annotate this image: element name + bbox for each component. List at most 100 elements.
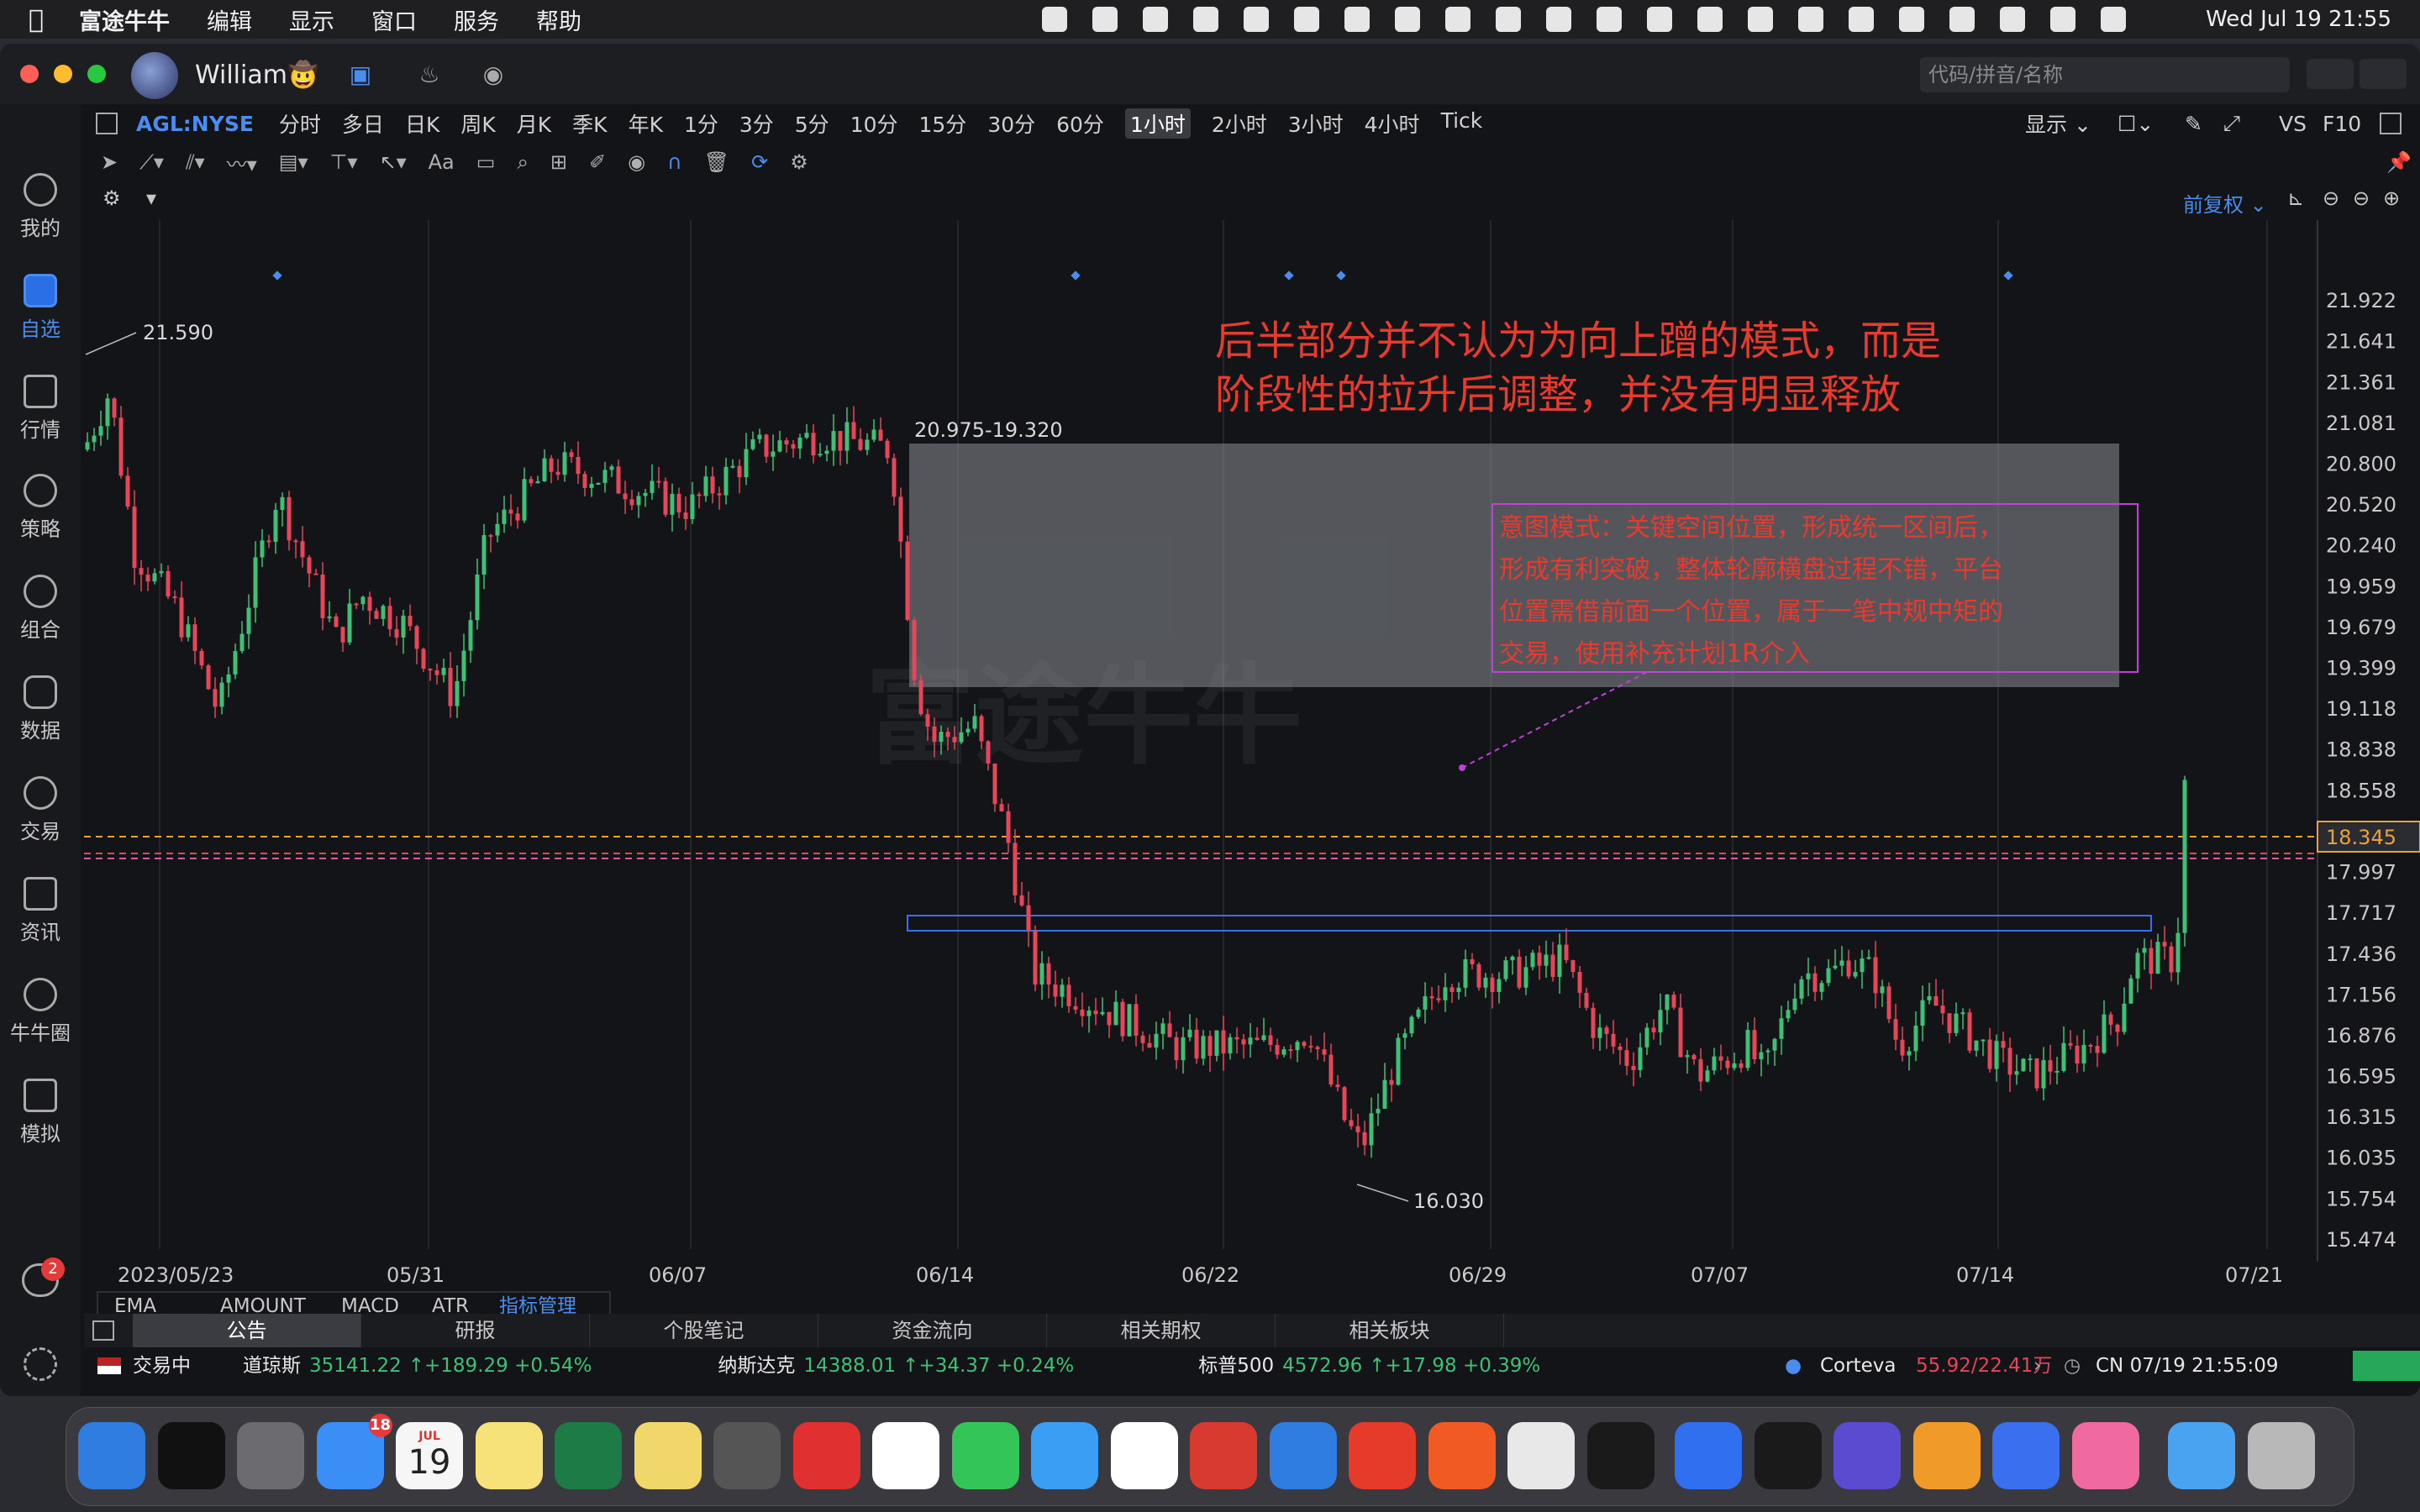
- metatrader-app-icon[interactable]: [1269, 1422, 1337, 1489]
- wechat-icon[interactable]: [1546, 7, 1571, 32]
- period-9[interactable]: 5分: [795, 108, 829, 139]
- sidebar-item-strategy[interactable]: 策略: [0, 474, 81, 542]
- apple-icon[interactable]: : [29, 5, 44, 34]
- sidebar-item-portfolio[interactable]: 组合: [0, 575, 81, 643]
- sp500-name[interactable]: 标普500: [1198, 1351, 1274, 1381]
- ntfs-icon[interactable]: [1193, 7, 1218, 32]
- settings-icon[interactable]: [24, 1347, 57, 1381]
- minimize-window-button[interactable]: [54, 65, 72, 83]
- netease-music-app-icon[interactable]: [792, 1422, 860, 1489]
- comment-icon[interactable]: ▭: [476, 150, 496, 174]
- siri-icon[interactable]: [2101, 7, 2126, 32]
- ruler-icon[interactable]: ⊞: [550, 150, 567, 174]
- menu-item-help[interactable]: 帮助: [536, 3, 581, 36]
- panel-collapse-icon[interactable]: [92, 1320, 114, 1341]
- period-15[interactable]: 2小时: [1212, 108, 1267, 139]
- search-input[interactable]: 代码/拼音/名称: [1920, 57, 2290, 92]
- period-1[interactable]: 多日: [342, 108, 384, 139]
- period-11[interactable]: 15分: [919, 108, 967, 139]
- zoom-icon[interactable]: ⌕: [517, 150, 528, 174]
- calculator-app-icon[interactable]: [713, 1422, 781, 1489]
- period-7[interactable]: 1分: [684, 108, 718, 139]
- wps-app-icon[interactable]: [1190, 1422, 1257, 1489]
- clock[interactable]: Wed Jul 19 21:55: [2206, 0, 2391, 39]
- stripes-icon[interactable]: [1496, 7, 1521, 32]
- magnet-icon[interactable]: ∩: [667, 150, 682, 174]
- tradingview-app-icon[interactable]: [157, 1422, 225, 1489]
- sidebar-item-community[interactable]: 牛牛圈: [0, 978, 81, 1046]
- sidebar-item-market[interactable]: 行情: [0, 375, 81, 443]
- chart-icon[interactable]: [1647, 7, 1672, 32]
- siri-app-icon[interactable]: [1833, 1422, 1901, 1489]
- zoom-in-icon[interactable]: ⊕: [2383, 186, 2400, 210]
- panel-toggle-icon[interactable]: [96, 113, 118, 134]
- period-6[interactable]: 年K: [629, 108, 663, 139]
- sidebar-item-data[interactable]: 数据: [0, 675, 81, 743]
- safari-app-icon[interactable]: [1031, 1422, 1098, 1489]
- period-14[interactable]: 1小时: [1124, 108, 1191, 139]
- feather-icon[interactable]: [1445, 7, 1470, 32]
- notes-app-icon[interactable]: [475, 1422, 543, 1489]
- candlestick-chart[interactable]: 富途牛牛 20.975-19.320 21.590 16.030 后半部分并不认…: [84, 220, 2420, 1337]
- input-method-icon[interactable]: [1092, 7, 1118, 32]
- period-17[interactable]: 4小时: [1365, 108, 1420, 139]
- f10-button[interactable]: F10: [2323, 112, 2361, 136]
- sidebar-item-trade[interactable]: 交易: [0, 776, 81, 844]
- fib-tool-icon[interactable]: ▤▾: [279, 150, 308, 174]
- period-4[interactable]: 月K: [517, 108, 551, 139]
- bell-icon[interactable]: ♨: [415, 60, 444, 89]
- period-2[interactable]: 日K: [405, 108, 439, 139]
- excel-app-icon[interactable]: [555, 1422, 622, 1489]
- period-8[interactable]: 3分: [739, 108, 774, 139]
- books-app-icon[interactable]: [1912, 1422, 1981, 1489]
- tab-capital-flow[interactable]: 资金流向: [818, 1314, 1047, 1347]
- sidebar-item-paper-trading[interactable]: 模拟: [0, 1079, 81, 1147]
- period-3[interactable]: 周K: [460, 108, 495, 139]
- eraser-icon[interactable]: ✐: [589, 150, 606, 174]
- tab-notes[interactable]: 个股笔记: [590, 1314, 818, 1347]
- dow-name[interactable]: 道琼斯: [243, 1351, 301, 1381]
- display-menu[interactable]: 显示 ⌄: [2025, 108, 2091, 139]
- search-icon[interactable]: [2000, 7, 2025, 32]
- chevron-right-icon[interactable]: ›: [2033, 1351, 2041, 1381]
- chart-type-icon[interactable]: ⊾: [2287, 186, 2304, 210]
- fullscreen-icon[interactable]: ⤢: [2223, 111, 2240, 136]
- zoom-window-button[interactable]: [87, 65, 106, 83]
- preview-app-icon[interactable]: [1507, 1422, 1575, 1489]
- vpn-icon[interactable]: [1597, 7, 1622, 32]
- symbol-label[interactable]: AGL:NYSE: [136, 112, 254, 136]
- menu-item-view[interactable]: 显示: [289, 3, 334, 36]
- cursor-icon[interactable]: ➤: [101, 150, 118, 174]
- period-0[interactable]: 分时: [279, 108, 321, 139]
- chevron-down-icon[interactable]: ▾: [146, 186, 156, 210]
- avatar[interactable]: [131, 52, 178, 99]
- vs-button[interactable]: VS: [2279, 112, 2307, 136]
- shield-icon[interactable]: [1697, 7, 1723, 32]
- trash-app-icon[interactable]: [2247, 1422, 2315, 1489]
- eye-icon[interactable]: ◉: [628, 150, 645, 174]
- s-icon[interactable]: [1949, 7, 1975, 32]
- tab-options[interactable]: 相关期权: [1047, 1314, 1276, 1347]
- pen-icon[interactable]: ✎: [2185, 112, 2202, 136]
- calendar-icon[interactable]: [1143, 7, 1168, 32]
- notion-app-icon[interactable]: [1110, 1422, 1178, 1489]
- control-center-icon[interactable]: [2050, 7, 2075, 32]
- headset-icon[interactable]: ◉: [479, 60, 508, 89]
- tab-sectors[interactable]: 相关板块: [1276, 1314, 1504, 1347]
- chart-gear-icon[interactable]: ⚙: [103, 186, 121, 210]
- period-10[interactable]: 10分: [850, 108, 898, 139]
- adjust-menu[interactable]: 前复权 ⌄: [2183, 188, 2267, 218]
- menu-item-services[interactable]: 服务: [454, 3, 499, 36]
- jiyu-app-icon[interactable]: [1349, 1422, 1416, 1489]
- inbox-icon[interactable]: [1344, 7, 1370, 32]
- sidebar-item-me[interactable]: 我的: [0, 173, 81, 241]
- refresh-app-icon[interactable]: [872, 1422, 939, 1489]
- wifi-icon[interactable]: [1899, 7, 1924, 32]
- folder-app-icon[interactable]: [2168, 1422, 2235, 1489]
- checkbox-menu[interactable]: ☐⌄: [2118, 112, 2154, 136]
- futubull-app-icon[interactable]: [1428, 1422, 1496, 1489]
- period-5[interactable]: 季K: [572, 108, 607, 139]
- launchpad-app-icon[interactable]: [237, 1422, 304, 1489]
- screen-icon[interactable]: [1395, 7, 1420, 32]
- zoom-out-icon[interactable]: ⊖: [2323, 186, 2339, 210]
